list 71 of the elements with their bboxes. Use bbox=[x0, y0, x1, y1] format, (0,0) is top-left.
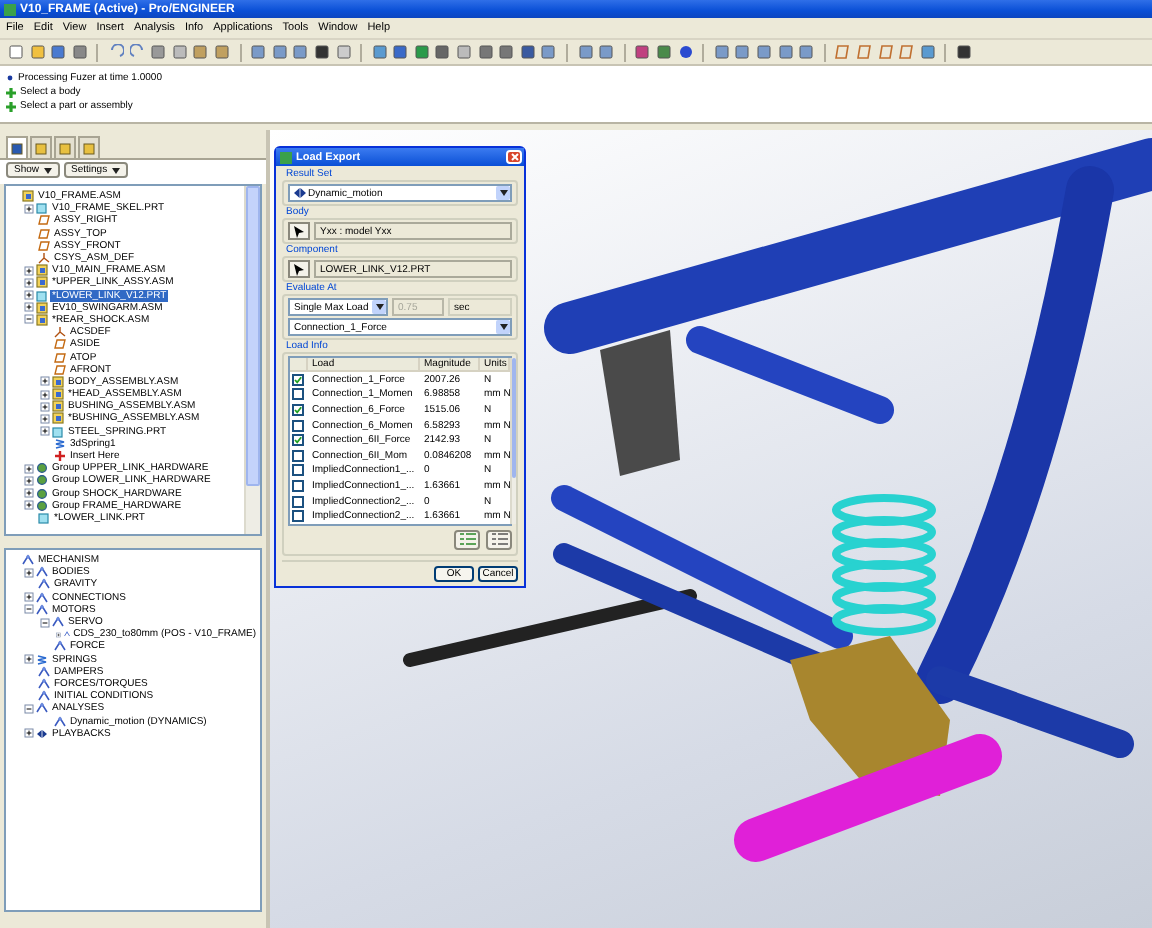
expand-toggle[interactable] bbox=[24, 592, 34, 603]
checkbox[interactable] bbox=[292, 495, 304, 508]
plane-icon[interactable] bbox=[834, 44, 851, 60]
checkbox[interactable] bbox=[292, 510, 304, 523]
expand-toggle[interactable] bbox=[56, 629, 62, 640]
expand-toggle[interactable] bbox=[40, 401, 50, 412]
checkbox[interactable] bbox=[292, 449, 304, 462]
expand-toggle[interactable] bbox=[24, 728, 34, 739]
mechanism-icon bbox=[54, 715, 66, 728]
expand-toggle[interactable] bbox=[24, 500, 34, 511]
undo-icon[interactable] bbox=[107, 44, 124, 60]
tree-icon bbox=[10, 141, 24, 155]
expand-toggle[interactable] bbox=[40, 426, 50, 437]
expand-toggle[interactable] bbox=[24, 463, 34, 474]
assembly-icon bbox=[22, 190, 34, 203]
document-icon[interactable] bbox=[8, 44, 24, 60]
collapse-toggle[interactable] bbox=[24, 604, 34, 615]
part-icon bbox=[52, 425, 64, 438]
insert-arrow-icon bbox=[54, 450, 66, 463]
close-button[interactable] bbox=[506, 150, 522, 164]
model-viewport[interactable] bbox=[270, 130, 1152, 928]
part-icon bbox=[38, 511, 50, 524]
checkbox[interactable] bbox=[292, 403, 304, 416]
select-arrow-button[interactable] bbox=[288, 222, 310, 240]
caret-icon bbox=[111, 167, 120, 173]
scrollbar[interactable] bbox=[244, 186, 260, 534]
expand-toggle[interactable] bbox=[24, 203, 34, 214]
select-all-button[interactable] bbox=[454, 529, 480, 550]
coil-spring-icon bbox=[54, 437, 66, 450]
dialog-icon bbox=[280, 151, 292, 163]
dropdown-caret-icon bbox=[499, 324, 507, 330]
checkbox[interactable] bbox=[292, 434, 304, 447]
expand-toggle[interactable] bbox=[40, 389, 50, 400]
app-icon bbox=[4, 3, 16, 15]
dropdown-caret-icon bbox=[499, 190, 507, 196]
expand-toggle[interactable] bbox=[24, 290, 34, 301]
axes-icon bbox=[54, 326, 66, 339]
dropdown-caret-icon bbox=[375, 304, 383, 310]
axes-icon bbox=[38, 252, 50, 265]
checkbox[interactable] bbox=[292, 373, 304, 386]
bullet-icon bbox=[6, 74, 14, 82]
checkbox[interactable] bbox=[292, 388, 304, 401]
expand-toggle[interactable] bbox=[24, 654, 34, 665]
expand-toggle[interactable] bbox=[24, 302, 34, 313]
part-icon bbox=[36, 289, 48, 302]
expand-toggle[interactable] bbox=[40, 376, 50, 387]
select-arrow-button[interactable] bbox=[288, 260, 310, 278]
checkbox[interactable] bbox=[292, 419, 304, 432]
deselect-all-button[interactable] bbox=[486, 529, 512, 550]
prompt-plus-icon bbox=[6, 87, 16, 97]
expand-toggle[interactable] bbox=[24, 488, 34, 499]
checkbox[interactable] bbox=[292, 479, 304, 492]
playback-icon bbox=[36, 727, 48, 740]
coil-spring-icon bbox=[36, 653, 48, 666]
collapse-toggle[interactable] bbox=[24, 703, 34, 714]
expand-toggle[interactable] bbox=[24, 277, 34, 288]
part-icon bbox=[36, 202, 48, 215]
expand-toggle[interactable] bbox=[24, 567, 34, 578]
scrollbar[interactable] bbox=[510, 358, 517, 524]
checkbox[interactable] bbox=[292, 464, 304, 477]
expand-toggle[interactable] bbox=[24, 475, 34, 486]
prompt-plus-icon bbox=[6, 101, 16, 111]
collapse-toggle[interactable] bbox=[24, 314, 34, 325]
sphere-icon[interactable] bbox=[677, 44, 694, 60]
panel-tab[interactable] bbox=[6, 136, 28, 158]
playback-icon bbox=[294, 188, 306, 198]
redo-icon[interactable] bbox=[129, 44, 146, 60]
expand-toggle[interactable] bbox=[24, 265, 34, 276]
collapse-toggle[interactable] bbox=[40, 617, 50, 628]
expand-toggle[interactable] bbox=[40, 413, 50, 424]
caret-icon bbox=[43, 167, 52, 173]
